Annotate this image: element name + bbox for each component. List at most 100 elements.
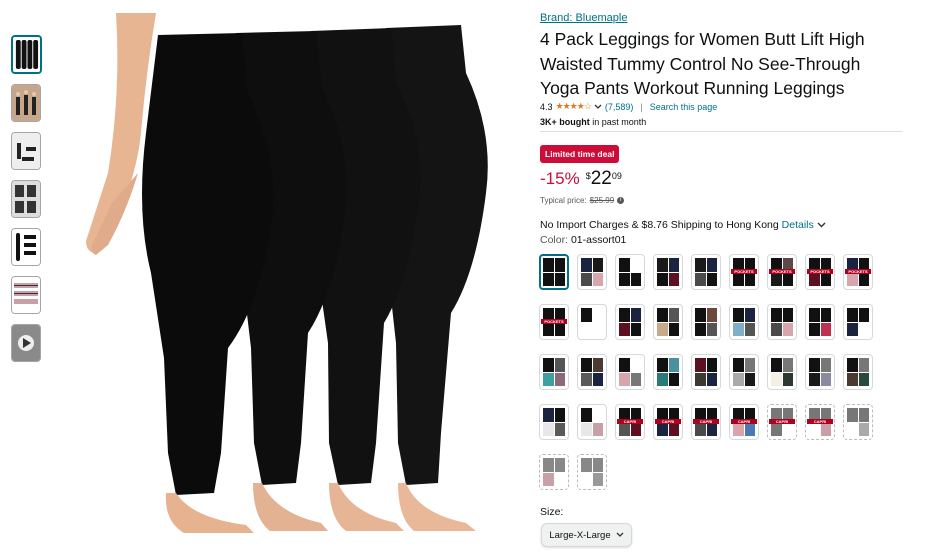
color-swatch[interactable]: POCKETS <box>767 254 797 290</box>
color-swatch[interactable] <box>843 354 873 390</box>
swatch-tag: CAPRI <box>655 419 681 424</box>
thumbnail-video[interactable] <box>11 324 41 362</box>
bought-count: 3K+ bought in past month <box>540 117 646 127</box>
product-title: 4 Pack Leggings for Women Butt Lift High… <box>540 29 865 98</box>
swatch-color-cell <box>657 372 668 386</box>
swatch-color-cell <box>592 372 603 386</box>
color-swatch[interactable] <box>767 354 797 390</box>
swatch-tag: CAPRI <box>617 419 643 424</box>
swatch-preview <box>581 258 603 286</box>
color-selection: Color: 01-assort01 <box>540 234 626 246</box>
swatch-color-cell <box>782 322 793 336</box>
color-swatch[interactable] <box>843 304 873 340</box>
thumbnail-6[interactable] <box>11 276 41 314</box>
swatch-color-cell <box>744 358 755 372</box>
thumbnail-5[interactable] <box>11 228 41 266</box>
swatch-color-cell <box>630 358 641 372</box>
color-swatch[interactable]: CAPRI <box>767 404 797 440</box>
color-swatch[interactable] <box>577 304 607 340</box>
color-swatch[interactable] <box>615 254 645 290</box>
shipping-text: No Import Charges & $8.76 Shipping to Ho… <box>540 219 779 231</box>
rating-count-link[interactable]: (7,589) <box>605 102 634 112</box>
color-swatch[interactable] <box>539 254 569 290</box>
swatch-color-cell <box>858 272 869 286</box>
rating-row: 4.3 ★★★★☆ (7,589) | Search this page <box>540 101 717 112</box>
swatch-color-cell <box>744 322 755 336</box>
color-swatch[interactable] <box>615 304 645 340</box>
color-swatch[interactable]: POCKETS <box>729 254 759 290</box>
price-whole: 22 <box>590 168 612 189</box>
color-swatch[interactable] <box>615 354 645 390</box>
color-swatch[interactable]: POCKETS <box>805 254 835 290</box>
swatch-color-cell <box>695 272 706 286</box>
color-swatch[interactable] <box>691 304 721 340</box>
color-swatch[interactable]: POCKETS <box>843 254 873 290</box>
shipping-details-link[interactable]: Details <box>782 219 814 231</box>
thumbnail-4[interactable] <box>11 180 41 218</box>
color-swatch[interactable]: CAPRI <box>729 404 759 440</box>
swatch-preview <box>695 308 717 336</box>
color-swatch[interactable] <box>577 354 607 390</box>
swatch-color-cell <box>782 308 793 322</box>
color-swatch[interactable] <box>767 304 797 340</box>
size-label: Size: <box>540 506 564 518</box>
swatch-color-cell <box>706 358 717 372</box>
swatch-color-cell <box>771 358 782 372</box>
swatch-color-cell <box>619 272 630 286</box>
color-swatch[interactable] <box>653 254 683 290</box>
color-swatch[interactable]: CAPRI <box>691 404 721 440</box>
color-swatch[interactable] <box>805 354 835 390</box>
color-swatch[interactable] <box>539 354 569 390</box>
swatch-tag: POCKETS <box>769 269 795 274</box>
color-swatch[interactable] <box>539 454 569 490</box>
swatch-color-cell <box>809 358 820 372</box>
color-swatch[interactable]: CAPRI <box>805 404 835 440</box>
swatch-preview <box>581 358 603 386</box>
color-swatch[interactable]: CAPRI <box>615 404 645 440</box>
swatch-color-cell <box>706 322 717 336</box>
thumbnail-strip <box>11 35 43 372</box>
color-swatch[interactable] <box>729 354 759 390</box>
color-swatch[interactable]: CAPRI <box>653 404 683 440</box>
swatch-color-cell <box>581 322 592 336</box>
swatch-color-cell <box>706 308 717 322</box>
color-swatch[interactable] <box>805 304 835 340</box>
thumbnail-2[interactable] <box>11 84 41 122</box>
color-swatch[interactable] <box>539 404 569 440</box>
swatch-color-cell <box>581 308 592 322</box>
swatch-color-cell <box>771 422 782 436</box>
color-swatch[interactable] <box>691 254 721 290</box>
color-swatch[interactable] <box>729 304 759 340</box>
brand-link[interactable]: Brand: Bluemaple <box>540 12 627 24</box>
color-swatch[interactable] <box>577 254 607 290</box>
swatch-color-cell <box>554 358 565 372</box>
swatch-color-cell <box>657 308 668 322</box>
size-value: Large-X-Large <box>549 529 611 541</box>
swatch-color-cell <box>733 358 744 372</box>
rating-stars[interactable]: ★★★★☆ <box>556 101 592 112</box>
swatch-color-cell <box>744 272 755 286</box>
search-this-page-link[interactable]: Search this page <box>650 102 718 112</box>
info-icon[interactable]: i <box>617 197 625 204</box>
swatch-color-cell <box>554 258 565 272</box>
color-swatch[interactable] <box>577 404 607 440</box>
color-swatch[interactable]: POCKETS <box>539 304 569 340</box>
chevron-down-icon[interactable] <box>817 222 826 228</box>
size-dropdown[interactable]: Large-X-Large <box>541 523 632 547</box>
swatch-color-cell <box>619 308 630 322</box>
main-product-image[interactable] <box>46 13 506 536</box>
color-swatch[interactable] <box>653 304 683 340</box>
color-swatch[interactable] <box>577 454 607 490</box>
swatch-color-cell <box>820 308 831 322</box>
color-swatch[interactable] <box>653 354 683 390</box>
swatch-color-cell <box>733 308 744 322</box>
color-swatch[interactable] <box>843 404 873 440</box>
thumbnail-3[interactable] <box>11 132 41 170</box>
price-row: -15% $ 22 09 <box>540 169 622 189</box>
swatch-color-cell <box>581 458 592 472</box>
swatch-color-cell <box>581 358 592 372</box>
color-swatch[interactable] <box>691 354 721 390</box>
thumbnail-1[interactable] <box>11 35 42 74</box>
chevron-down-icon[interactable] <box>594 104 602 110</box>
swatch-preview <box>543 358 565 386</box>
